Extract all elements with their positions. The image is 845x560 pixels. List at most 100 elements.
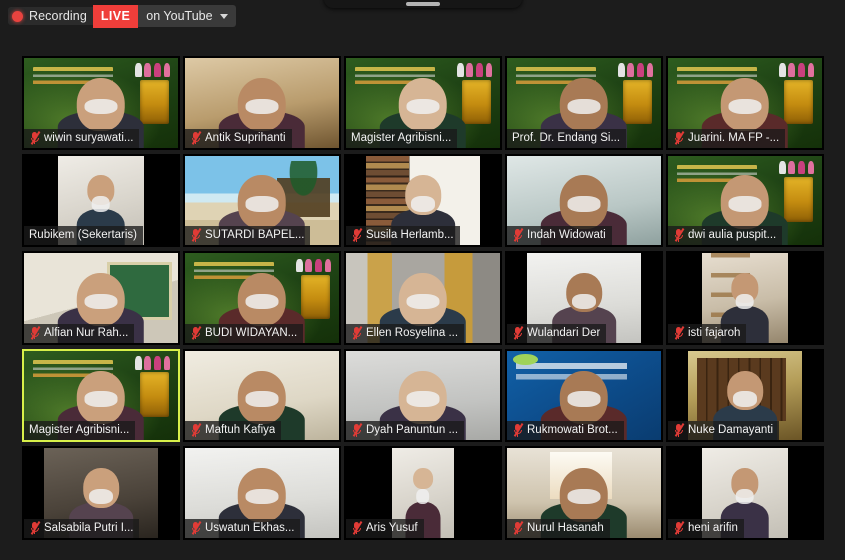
participant-tile[interactable]: BUDI WIDAYAN... [183,251,341,345]
participant-tile[interactable]: Prof. Dr. Endang Si... [505,56,663,150]
participant-name-label: Prof. Dr. Endang Si... [512,131,621,144]
stream-target-dropdown[interactable]: on YouTube [138,5,236,27]
figure-face-mask [416,489,430,505]
participant-nameplate: Susila Herlamb... [346,226,460,246]
drag-handle-icon[interactable] [405,2,440,6]
participant-gallery-grid: wiwin suryawati... Antik Suprihanti Magist… [22,56,824,540]
figure-face-mask [84,293,118,310]
participant-nameplate: Dyah Panuntun ... [346,421,465,441]
banner-people-icons [130,63,171,77]
participant-tile[interactable]: Ellen Rosyelina ... [344,251,502,345]
participant-tile[interactable]: Wulandari Der [505,251,663,345]
microphone-muted-icon [351,521,363,535]
figure-face-mask [732,391,758,407]
microphone-muted-icon [29,325,41,340]
floating-toolbar-panel[interactable] [323,0,522,8]
participant-tile[interactable]: SUTARDI BAPEL... [183,153,341,248]
participant-tile[interactable]: heni arifin [666,446,824,540]
microphone-muted-icon [190,521,202,535]
microphone-muted-icon [512,423,524,438]
participant-name-label: Maftuh Kafiya [205,424,276,437]
microphone-muted-icon [673,325,685,340]
participant-nameplate: Wulandari Der [507,323,607,343]
participant-nameplate: Nuke Damayanti [668,421,780,441]
participant-name-label: Ellen Rosyelina ... [366,326,459,339]
microphone-muted-icon [512,228,524,242]
participant-tile[interactable]: Antik Suprihanti [183,56,341,150]
participant-tile[interactable]: Maftuh Kafiya [183,348,341,443]
recording-indicator[interactable]: Recording [8,7,93,25]
participant-nameplate: BUDI WIDAYAN... [185,323,304,343]
participant-tile[interactable]: Indah Widowati [505,153,663,248]
banner-people-icons [774,63,815,77]
participant-nameplate: Rukmowati Brot... [507,421,624,441]
participant-tile[interactable]: Aris Yusuf [344,446,502,540]
figure-face-mask [567,489,601,505]
microphone-muted-icon [673,423,685,438]
participant-tile[interactable]: Rubikem (Sekertaris) [22,153,180,248]
banner-people-icons [452,63,493,77]
microphone-muted-icon [29,130,41,145]
participant-name-label: Indah Widowati [527,229,606,242]
record-dot-icon [12,10,23,22]
participant-tile[interactable]: Rukmowati Brot... [505,348,663,443]
participant-name-label: Antik Suprihanti [205,131,286,144]
participant-name-label: Susila Herlamb... [366,229,454,242]
figure-face-mask [406,391,440,407]
banner-people-icons [774,160,815,175]
microphone-muted-icon [351,228,363,242]
participant-tile[interactable]: Salsabila Putri I... [22,446,180,540]
figure-face-mask [406,98,440,115]
participant-tile[interactable]: dwi aulia puspit... [666,153,824,248]
participant-tile[interactable]: isti fajaroh [666,251,824,345]
microphone-muted-icon [673,521,685,535]
microphone-muted-icon [29,521,41,535]
microphone-muted-icon [512,325,524,340]
microphone-muted-icon [351,423,363,438]
figure-face-mask [567,98,601,115]
chevron-down-icon[interactable] [219,13,228,19]
participant-name-label: dwi aulia puspit... [688,229,777,242]
participant-tile[interactable]: Nurul Hasanah [505,446,663,540]
participant-name-label: Uswatun Ekhas... [205,521,295,534]
banner-people-icons [613,63,654,77]
participant-tile[interactable]: Juarini. MA FP -... [666,56,824,150]
figure-face-mask [245,489,279,505]
participant-nameplate: Alfian Nur Rah... [24,323,135,343]
participant-name-label: Nuke Damayanti [688,424,774,437]
participant-name-label: Wulandari Der [527,326,601,339]
participant-nameplate: Magister Agribisni... [346,128,458,148]
figure-face-mask [91,196,111,212]
figure-face-mask [245,196,279,212]
participant-nameplate: Rubikem (Sekertaris) [24,226,143,246]
participant-tile[interactable]: wiwin suryawati... [22,56,180,150]
figure-face-mask [410,196,436,212]
participant-name-label: Rukmowati Brot... [527,424,618,437]
participant-name-label: Aris Yusuf [366,521,418,534]
participant-nameplate: Nurul Hasanah [507,518,610,538]
figure-face-mask [245,391,279,407]
participant-name-label: SUTARDI BAPEL... [205,229,305,242]
participant-tile[interactable]: Nuke Damayanti [666,348,824,443]
participant-nameplate: Maftuh Kafiya [185,421,282,441]
participant-tile[interactable]: Magister Agribisni... [344,56,502,150]
microphone-muted-icon [673,228,685,242]
participant-name-label: wiwin suryawati... [44,131,134,144]
microphone-muted-icon [351,325,363,340]
participant-tile[interactable]: Uswatun Ekhas... [183,446,341,540]
participant-nameplate: wiwin suryawati... [24,128,140,148]
participant-name-label: Dyah Panuntun ... [366,424,459,437]
participant-tile[interactable]: Susila Herlamb... [344,153,502,248]
participant-tile[interactable]: Magister Agribisni... [22,348,180,443]
microphone-muted-icon [190,130,202,145]
participant-name-label: Magister Agribisni... [29,424,130,437]
banner-people-icons [130,356,171,370]
figure-face-mask [84,98,118,115]
participant-tile[interactable]: Alfian Nur Rah... [22,251,180,345]
participant-name-label: Magister Agribisni... [351,131,452,144]
participant-tile[interactable]: Dyah Panuntun ... [344,348,502,443]
live-badge: LIVE [92,4,139,28]
figure-face-mask [245,98,279,115]
figure-face-mask [567,391,601,407]
participant-nameplate: Prof. Dr. Endang Si... [507,128,627,148]
